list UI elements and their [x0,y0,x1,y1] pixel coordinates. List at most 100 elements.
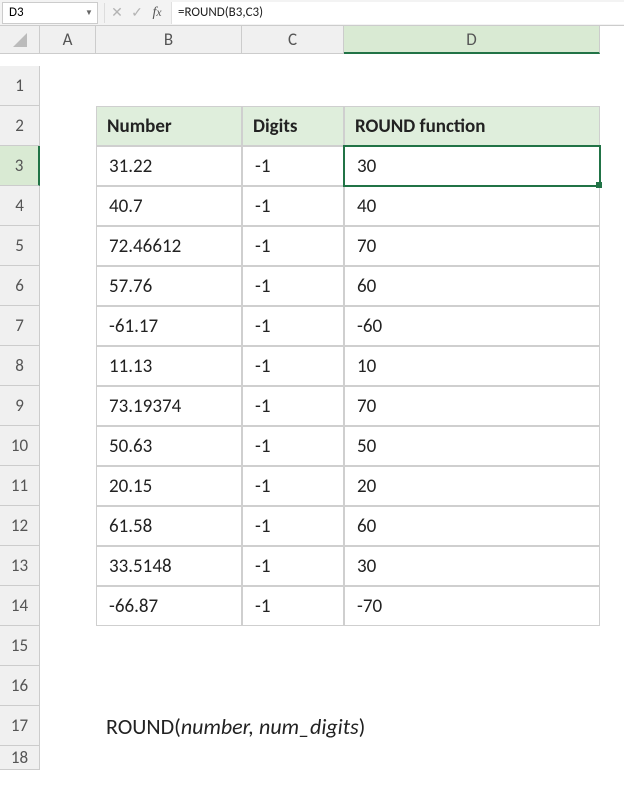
row-header-4[interactable]: 4 [0,186,40,226]
cell-d16[interactable] [344,666,600,706]
cell-c9[interactable]: -1 [242,386,344,426]
cell-a4[interactable] [40,186,96,226]
cell-d13[interactable]: 30 [344,546,600,586]
row-header-3[interactable]: 3 [0,146,40,186]
cell-d14[interactable]: -70 [344,586,600,626]
cell-c18[interactable] [242,746,344,770]
row-header-8[interactable]: 8 [0,346,40,386]
cell-a10[interactable] [40,426,96,466]
cell-b18[interactable] [96,746,242,770]
cell-a8[interactable] [40,346,96,386]
cell-a12[interactable] [40,506,96,546]
name-box[interactable]: D3 ▼ [2,2,98,24]
cell-d15[interactable] [344,626,600,666]
cell-c11[interactable]: -1 [242,466,344,506]
cell-c7[interactable]: -1 [242,306,344,346]
cell-d4[interactable]: 40 [344,186,600,226]
cell-d10[interactable]: 50 [344,426,600,466]
table-header-round[interactable]: ROUND function [344,106,600,146]
cell-c5[interactable]: -1 [242,226,344,266]
cell-a3[interactable] [40,146,96,186]
cell-c4[interactable]: -1 [242,186,344,226]
cell-d8[interactable]: 10 [344,346,600,386]
col-header-a[interactable]: A [40,26,96,54]
cell-c12[interactable]: -1 [242,506,344,546]
row-header-13[interactable]: 13 [0,546,40,586]
col-header-c[interactable]: C [242,26,344,54]
cell-d1[interactable] [344,66,600,106]
cell-b1[interactable] [96,66,242,106]
cell-a13[interactable] [40,546,96,586]
cell-c8[interactable]: -1 [242,346,344,386]
cell-a11[interactable] [40,466,96,506]
cell-a1[interactable] [40,66,96,106]
cell-c3[interactable]: -1 [242,146,344,186]
cell-d18[interactable] [344,746,600,770]
cell-c16[interactable] [242,666,344,706]
cell-d3[interactable]: 30 [344,146,600,186]
table-header-number[interactable]: Number [96,106,242,146]
cell-a17[interactable] [40,706,96,746]
cell-a14[interactable] [40,586,96,626]
cell-d5[interactable]: 70 [344,226,600,266]
cancel-button[interactable]: ✕ [107,2,127,24]
insert-function-button[interactable]: fx [147,2,167,24]
cell-b15[interactable] [96,626,242,666]
cell-c14[interactable]: -1 [242,586,344,626]
cell-c15[interactable] [242,626,344,666]
col-header-b[interactable]: B [96,26,242,54]
row-header-9[interactable]: 9 [0,386,40,426]
cell-d6[interactable]: 60 [344,266,600,306]
cell-a18[interactable] [40,746,96,770]
col-header-d[interactable]: D [344,26,600,54]
cell-b6[interactable]: 57.76 [96,266,242,306]
cell-a6[interactable] [40,266,96,306]
cell-a2[interactable] [40,106,96,146]
name-box-dropdown-icon[interactable]: ▼ [83,7,95,19]
table-header-digits[interactable]: Digits [242,106,344,146]
row-header-15[interactable]: 15 [0,626,40,666]
row-header-1[interactable]: 1 [0,66,40,106]
row-header-18[interactable]: 18 [0,746,40,770]
cell-c6[interactable]: -1 [242,266,344,306]
select-all-corner[interactable] [0,26,40,54]
cell-b5[interactable]: 72.46612 [96,226,242,266]
cell-b12[interactable]: 61.58 [96,506,242,546]
row-header-11[interactable]: 11 [0,466,40,506]
cell-a9[interactable] [40,386,96,426]
cell-b7[interactable]: -61.17 [96,306,242,346]
cell-d12[interactable]: 60 [344,506,600,546]
row-header-7[interactable]: 7 [0,306,40,346]
row-header-12[interactable]: 12 [0,506,40,546]
row-header-6[interactable]: 6 [0,266,40,306]
cell-b11[interactable]: 20.15 [96,466,242,506]
cell-d11[interactable]: 20 [344,466,600,506]
cell-b3[interactable]: 31.22 [96,146,242,186]
cell-b9[interactable]: 73.19374 [96,386,242,426]
cell-a16[interactable] [40,666,96,706]
cell-b17[interactable]: ROUND(number, num_digits) [96,706,600,746]
cell-b4[interactable]: 40.7 [96,186,242,226]
cell-b13[interactable]: 33.5148 [96,546,242,586]
row-header-10[interactable]: 10 [0,426,40,466]
cell-a15[interactable] [40,626,96,666]
cell-c13[interactable]: -1 [242,546,344,586]
cell-a7[interactable] [40,306,96,346]
cell-b14[interactable]: -66.87 [96,586,242,626]
fill-handle[interactable] [596,182,602,188]
cell-d9[interactable]: 70 [344,386,600,426]
cell-b10[interactable]: 50.63 [96,426,242,466]
cell-c10[interactable]: -1 [242,426,344,466]
row-header-5[interactable]: 5 [0,226,40,266]
enter-button[interactable]: ✓ [127,2,147,24]
cell-d7[interactable]: -60 [344,306,600,346]
row-header-2[interactable]: 2 [0,106,40,146]
cell-c1[interactable] [242,66,344,106]
formula-input[interactable]: =ROUND(B3,C3) [171,2,624,24]
cell-b16[interactable] [96,666,242,706]
cell-b8[interactable]: 11.13 [96,346,242,386]
row-header-16[interactable]: 16 [0,666,40,706]
row-header-14[interactable]: 14 [0,586,40,626]
row-header-17[interactable]: 17 [0,706,40,746]
cell-a5[interactable] [40,226,96,266]
